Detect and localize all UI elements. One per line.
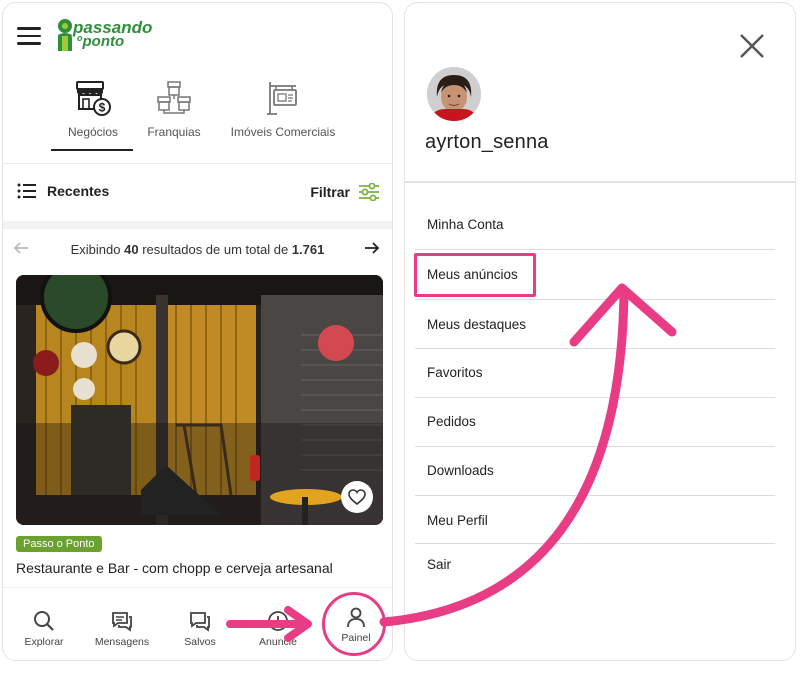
- menu-divider: [415, 299, 775, 300]
- menu-item-meu-perfil[interactable]: Meu Perfil: [427, 513, 488, 528]
- menu-divider: [415, 397, 775, 398]
- svg-text:$: $: [99, 101, 106, 115]
- favorite-heart-button[interactable]: [341, 481, 373, 513]
- listing-photo[interactable]: [16, 275, 383, 525]
- avatar[interactable]: [427, 67, 481, 121]
- menu-item-pedidos[interactable]: Pedidos: [427, 414, 476, 429]
- nav-label: Salvos: [184, 636, 216, 648]
- menu-divider: [415, 446, 775, 447]
- saved-icon: [190, 612, 210, 632]
- menu-divider: [415, 249, 775, 250]
- category-label: Franquias: [147, 125, 201, 139]
- filtrar-label: Filtrar: [310, 184, 350, 200]
- bar-storefront-image: [16, 275, 383, 525]
- nav-anuncie[interactable]: Anuncie: [249, 610, 307, 648]
- nav-salvos[interactable]: Salvos: [175, 610, 225, 648]
- messages-icon: [112, 612, 132, 632]
- listing-type-badge: Passo o Ponto: [16, 536, 102, 552]
- category-tab-imoveis-comerciais[interactable]: Imóveis Comerciais: [225, 79, 341, 139]
- menu-item-downloads[interactable]: Downloads: [427, 463, 494, 478]
- search-icon: [34, 611, 54, 631]
- sort-recentes-button[interactable]: Recentes: [17, 183, 109, 199]
- results-pagination: Exibindo 40 resultados de um total de 1.…: [3, 241, 392, 261]
- nav-explorar[interactable]: Explorar: [17, 610, 71, 648]
- listing-title[interactable]: Restaurante e Bar - com chopp e cerveja …: [16, 560, 333, 576]
- divider: [405, 181, 795, 183]
- store-dollar-icon: $: [76, 81, 111, 116]
- next-page-arrow-icon[interactable]: [364, 241, 380, 258]
- active-tab-indicator: [51, 149, 133, 151]
- filter-sliders-icon: [359, 183, 379, 201]
- meus-anuncios-highlight-box: [414, 253, 536, 297]
- username: ayrton_senna: [425, 131, 549, 153]
- category-label: Negócios: [67, 125, 119, 139]
- results-summary: Exibindo 40 resultados de um total de 1.…: [70, 242, 325, 257]
- menu-item-minha-conta[interactable]: Minha Conta: [427, 217, 504, 232]
- commercial-property-sign-icon: [267, 82, 297, 115]
- account-side-menu: ayrton_senna Minha Conta Meus anúncios M…: [404, 2, 796, 661]
- menu-item-meus-destaques[interactable]: Meus destaques: [427, 317, 526, 332]
- menu-divider: [415, 543, 775, 544]
- section-separator: [3, 221, 392, 229]
- nav-label: Mensagens: [94, 636, 150, 648]
- nav-label: Explorar: [24, 636, 64, 648]
- hamburger-menu-icon[interactable]: [17, 27, 41, 45]
- franchise-stores-icon: [157, 81, 191, 114]
- nav-mensagens[interactable]: Mensagens: [87, 610, 157, 648]
- recentes-label: Recentes: [47, 183, 110, 199]
- add-circle-icon: [268, 611, 288, 631]
- filter-button[interactable]: Filtrar: [310, 183, 380, 201]
- menu-item-favoritos[interactable]: Favoritos: [427, 365, 483, 380]
- close-icon[interactable]: [739, 33, 765, 59]
- menu-item-sair[interactable]: Sair: [427, 557, 451, 572]
- heart-icon: [348, 489, 366, 505]
- mobile-home-screen: passando oponto $ Negócios Franquias Imó…: [2, 2, 393, 661]
- list-icon: [17, 183, 36, 199]
- category-tab-franquias[interactable]: Franquias: [139, 79, 209, 139]
- profile-photo: [427, 67, 481, 121]
- nav-label: Anuncie: [259, 636, 297, 648]
- category-tab-negocios[interactable]: $ Negócios: [53, 79, 133, 139]
- category-label: Imóveis Comerciais: [230, 125, 336, 139]
- painel-highlight-circle: [322, 592, 386, 656]
- menu-divider: [415, 495, 775, 496]
- logo-text-line2: oponto: [77, 33, 125, 50]
- divider: [3, 163, 392, 164]
- menu-divider: [415, 348, 775, 349]
